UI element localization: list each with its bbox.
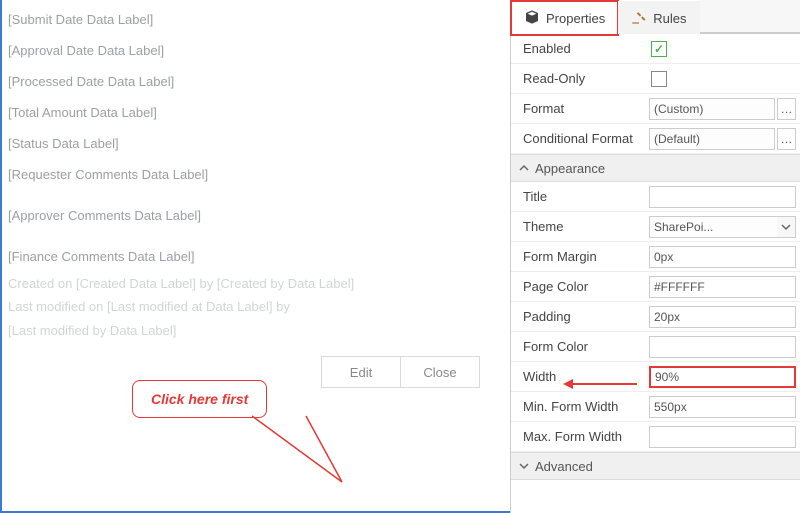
chevron-up-icon — [519, 161, 529, 176]
theme-dropdown-button[interactable] — [777, 216, 796, 238]
tab-rules[interactable]: Rules — [618, 1, 699, 34]
chevron-down-icon — [519, 459, 529, 474]
padding-label: Padding — [511, 309, 649, 324]
data-label: [Total Amount Data Label] — [8, 97, 510, 128]
pagecolor-input[interactable] — [649, 276, 796, 298]
condformat-label: Conditional Format — [511, 131, 649, 146]
data-label: [Finance Comments Data Label] — [8, 241, 510, 272]
tab-label: Properties — [546, 11, 605, 26]
gavel-icon — [631, 9, 647, 28]
readonly-checkbox[interactable] — [651, 71, 667, 87]
formcolor-label: Form Color — [511, 339, 649, 354]
section-title: Advanced — [535, 459, 593, 474]
section-title: Appearance — [535, 161, 605, 176]
maxwidth-label: Max. Form Width — [511, 429, 649, 444]
data-label: [Approval Date Data Label] — [8, 35, 510, 66]
form-meta: Created on [Created Data Label] by [Crea… — [2, 272, 510, 342]
minwidth-input[interactable] — [649, 396, 796, 418]
data-label: [Submit Date Data Label] — [8, 4, 510, 35]
minwidth-label: Min. Form Width — [511, 399, 649, 414]
enabled-checkbox[interactable] — [651, 41, 667, 57]
annotation-arrow — [563, 377, 639, 391]
condformat-value[interactable]: (Default) — [649, 128, 775, 150]
data-label: [Approver Comments Data Label] — [8, 200, 510, 231]
maxwidth-input[interactable] — [649, 426, 796, 448]
data-label: [Processed Date Data Label] — [8, 66, 510, 97]
enabled-label: Enabled — [511, 41, 649, 56]
title-input[interactable] — [649, 186, 796, 208]
formmargin-label: Form Margin — [511, 249, 649, 264]
format-ellipsis-button[interactable]: … — [777, 98, 796, 120]
pagecolor-label: Page Color — [511, 279, 649, 294]
form-canvas[interactable]: [Submit Date Data Label] [Approval Date … — [0, 0, 510, 513]
edit-button[interactable]: Edit — [321, 356, 401, 388]
section-appearance[interactable]: Appearance — [511, 154, 800, 182]
properties-icon — [524, 9, 540, 28]
width-label: Width — [511, 369, 649, 384]
title-label: Title — [511, 189, 649, 204]
data-label: [Requester Comments Data Label] — [8, 159, 510, 190]
tab-properties[interactable]: Properties — [511, 1, 618, 34]
formmargin-input[interactable] — [649, 246, 796, 268]
tabstrip-spacer — [700, 0, 800, 33]
data-label: [Status Data Label] — [8, 128, 510, 159]
section-advanced[interactable]: Advanced — [511, 452, 800, 480]
padding-input[interactable] — [649, 306, 796, 328]
formcolor-input[interactable] — [649, 336, 796, 358]
format-label: Format — [511, 101, 649, 116]
tab-label: Rules — [653, 11, 686, 26]
readonly-label: Read-Only — [511, 71, 649, 86]
theme-select[interactable]: SharePoi... — [649, 216, 777, 238]
condformat-ellipsis-button[interactable]: … — [777, 128, 796, 150]
theme-label: Theme — [511, 219, 649, 234]
properties-panel: Properties Rules Enabled Read-Only Forma… — [510, 0, 800, 513]
annotation-callout: Click here first — [132, 380, 267, 418]
format-value[interactable]: (Custom) — [649, 98, 775, 120]
close-button[interactable]: Close — [400, 356, 480, 388]
width-input[interactable] — [649, 366, 796, 388]
